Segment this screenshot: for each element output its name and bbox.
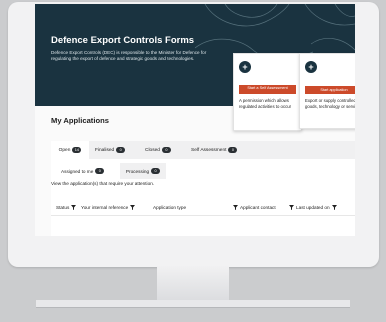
- filter-icon[interactable]: [289, 205, 294, 210]
- subtabs: Assigned to me 0 Processing 0: [51, 163, 355, 179]
- column-last-updated[interactable]: Last updated on: [287, 205, 339, 210]
- count-badge: 0: [228, 147, 238, 153]
- count-badge: 0: [116, 147, 126, 153]
- tab-closed[interactable]: Closed 0: [145, 141, 171, 159]
- subtab-label: Assigned to me: [61, 168, 94, 174]
- subtab-label: Processing: [125, 168, 150, 174]
- column-label: Applicant contact: [240, 205, 276, 210]
- count-badge: 0: [161, 147, 171, 153]
- column-label: Application type: [153, 205, 187, 210]
- column-label: Last updated on: [296, 205, 330, 210]
- divider: [36, 307, 350, 308]
- column-internal-reference[interactable]: Your internal reference: [81, 205, 137, 210]
- subtab-assigned-to-me[interactable]: Assigned to me 0: [61, 163, 105, 179]
- column-label: Your internal reference: [81, 205, 129, 210]
- tab-label: Closed: [145, 147, 160, 153]
- hero-title: Defence Export Controls Forms: [51, 35, 195, 46]
- monitor-frame: Defence Export Controls Forms Defence Ex…: [8, 2, 379, 267]
- start-self-assessment-button[interactable]: Start a Self Assessment: [239, 85, 296, 94]
- tab-finalised[interactable]: Finalised 0: [95, 141, 126, 159]
- tab-self-assessment[interactable]: Self Assessment 0: [191, 141, 238, 159]
- applications-panel: Open 14 Finalised 0 Closed 0 Self Assess…: [51, 141, 355, 236]
- tab-label: Self Assessment: [191, 147, 227, 153]
- card-description: Export or supply controlled goods, techn…: [305, 98, 355, 109]
- count-badge: 0: [151, 168, 161, 174]
- tab-open[interactable]: Open 14: [51, 141, 89, 159]
- filter-icon[interactable]: [331, 205, 337, 210]
- monitor-stand: [157, 266, 229, 300]
- filter-icon[interactable]: [130, 205, 136, 210]
- subtab-processing[interactable]: Processing 0: [120, 163, 166, 179]
- hint-text: View the application(s) that require you…: [51, 181, 155, 186]
- column-applicant-contact[interactable]: Applicant contact: [231, 205, 276, 210]
- tab-label: Open: [58, 147, 71, 153]
- plus-icon[interactable]: +: [305, 61, 317, 73]
- section-title: My Applications: [51, 116, 109, 125]
- card-description: A permission which allows regulated acti…: [239, 98, 292, 109]
- divider: [51, 215, 355, 216]
- column-application-type[interactable]: Application type: [153, 205, 186, 210]
- filter-icon[interactable]: [71, 205, 77, 210]
- application-card: + Start application Export or supply con…: [299, 53, 355, 129]
- column-label: Status: [56, 205, 70, 210]
- filter-icon[interactable]: [233, 205, 238, 210]
- plus-icon[interactable]: +: [239, 61, 251, 73]
- start-application-button[interactable]: Start application: [305, 86, 355, 94]
- column-status[interactable]: Status: [56, 205, 78, 210]
- self-assessment-card: + Start a Self Assessment A permission w…: [233, 53, 302, 131]
- tab-content: Assigned to me 0 Processing 0 View the a…: [51, 159, 355, 236]
- screen: Defence Export Controls Forms Defence Ex…: [35, 4, 355, 236]
- tab-label: Finalised: [95, 147, 115, 153]
- count-badge: 14: [72, 147, 82, 153]
- table-header: Status Your internal reference Applicati…: [51, 205, 355, 215]
- hero-description: Defence Export Controls (DEC) is respons…: [51, 50, 207, 61]
- count-badge: 0: [95, 168, 105, 174]
